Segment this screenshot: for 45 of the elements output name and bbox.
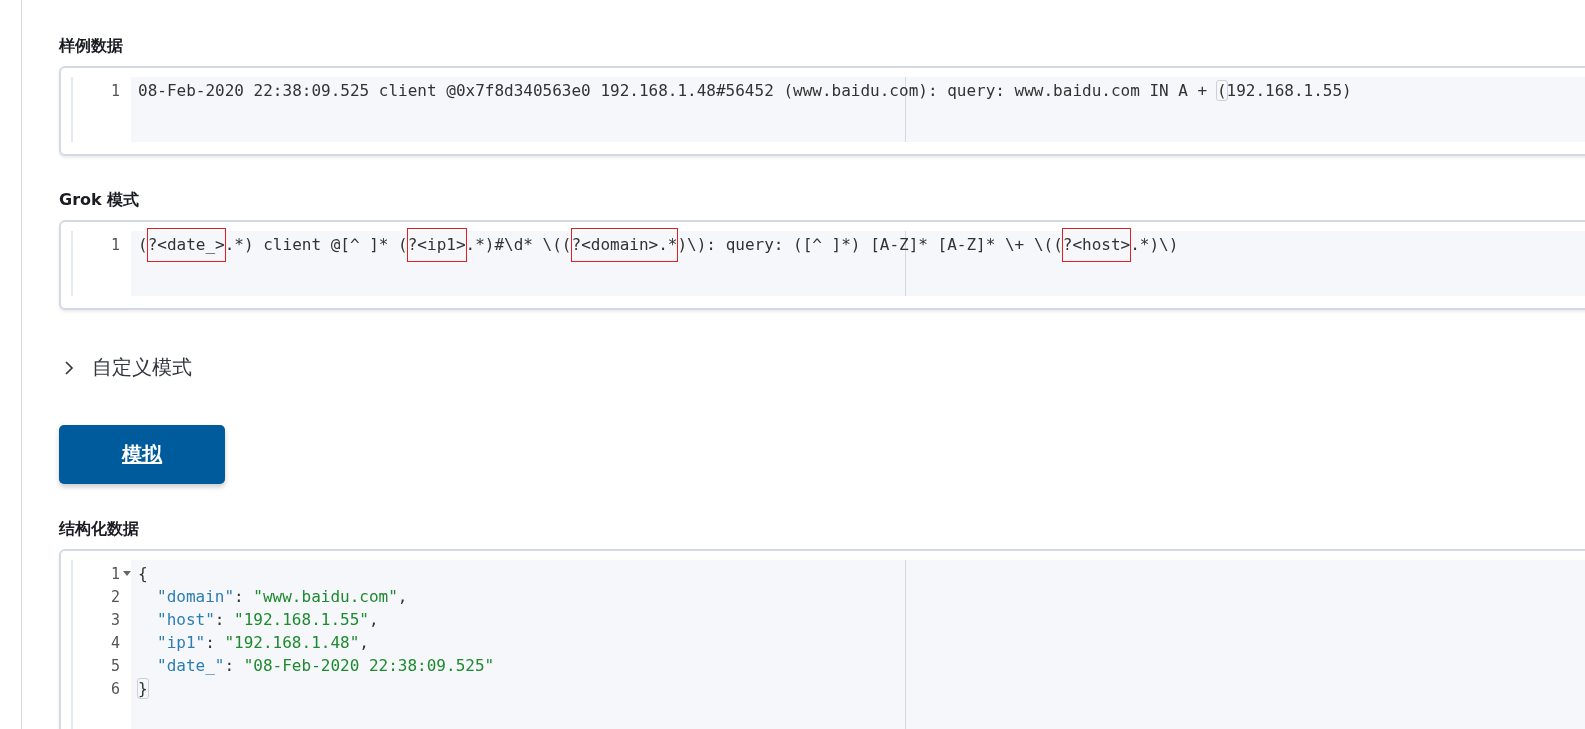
line-number: 1 xyxy=(110,235,120,254)
section-title: 样例数据 xyxy=(59,36,124,57)
code-text: .*) client @[^ ]* ( xyxy=(224,235,408,254)
line-number: 1 xyxy=(110,564,120,583)
json-key: "domain" xyxy=(157,587,235,606)
matched-bracket: } xyxy=(138,679,148,698)
line-number: 6 xyxy=(110,679,120,698)
code-text: : xyxy=(205,633,216,652)
custom-patterns-label: 自定义模式 xyxy=(92,354,192,381)
named-group-highlight: ?<domain>.* xyxy=(571,229,678,261)
json-key: "host" xyxy=(157,610,215,629)
code-editor[interactable]: 1 08-Feb-2020 22:38:09.525 client @0x7f8d340563e0 192.168.1.48#56452 (www.baidu.com): query: www.baidu.com IN A + (192.168.1.55) xyxy=(59,66,1585,156)
line-number: 4 xyxy=(110,633,120,652)
code-text: : xyxy=(234,587,245,606)
custom-patterns-toggle[interactable]: 自定义模式 xyxy=(59,354,192,381)
json-string: "08-Feb-2020 22:38:09.525" xyxy=(243,656,495,675)
code-text: )\): query: ([^ ]*) [A-Z]* [A-Z]* \+ \(( xyxy=(677,235,1063,254)
section-title: Grok 模式 xyxy=(59,190,141,211)
simulate-button[interactable]: 模拟 xyxy=(59,425,225,484)
code-text: , xyxy=(359,633,369,652)
matched-bracket: ( xyxy=(1216,81,1227,100)
code-text: 08-Feb-2020 22:38:09.525 client @0x7f8d340563e0 192.168.1.48#56452 (www.baidu.com): query: www.baidu.com IN A + xyxy=(138,81,1209,100)
line-number: 1 xyxy=(110,81,120,100)
line-number: 3 xyxy=(110,610,120,629)
json-key: "date_" xyxy=(157,656,225,675)
section-title: 结构化数据 xyxy=(59,519,140,540)
named-group-highlight: ?<date_> xyxy=(147,229,225,261)
code-text: : xyxy=(214,610,226,629)
line-number: 2 xyxy=(110,587,120,606)
named-group-highlight: ?<ip1> xyxy=(407,229,466,261)
code-text: : xyxy=(224,656,236,675)
code-text: ( xyxy=(138,235,148,254)
code-text: , xyxy=(368,610,379,629)
code-text: 192.168.1.55) xyxy=(1226,81,1352,100)
line-number: 5 xyxy=(110,656,120,675)
code-text: { xyxy=(138,564,148,583)
fold-caret-icon[interactable] xyxy=(123,571,131,576)
json-string: "192.168.1.48" xyxy=(224,633,360,652)
code-text: .*)#\d* \(( xyxy=(465,235,572,254)
json-key: "ip1" xyxy=(157,633,206,652)
code-text: , xyxy=(397,587,408,606)
json-string: "192.168.1.55" xyxy=(234,610,369,629)
json-string: "www.baidu.com" xyxy=(253,587,398,606)
code-editor[interactable]: 1 2 3 4 5 6 { "domain": "www.baidu.com", "host": "192.168.1.55", "ip1": "192.168.1.48", "date_": "08-Feb-2020 22:38:09.525" } xyxy=(59,549,1585,729)
named-group-highlight: ?<host> xyxy=(1062,229,1131,261)
